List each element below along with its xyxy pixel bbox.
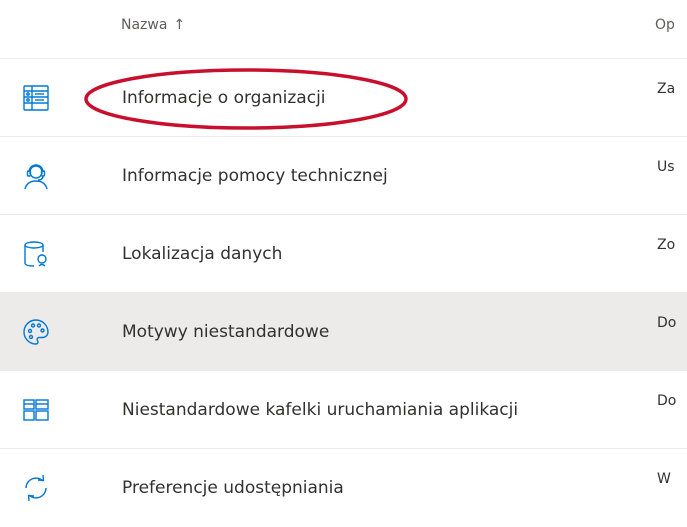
list-item-description: Za (657, 81, 676, 97)
palette-icon (21, 317, 51, 347)
data-location-icon (21, 239, 51, 269)
list-item-description: Do (657, 393, 677, 409)
list-item-custom-themes[interactable]: Motywy niestandardowe Do (0, 292, 687, 370)
sync-icon (21, 473, 51, 503)
list-item-label[interactable]: Lokalizacja danych (122, 244, 282, 264)
list-item-support-info[interactable]: Informacje pomocy technicznej Us (0, 136, 687, 214)
support-agent-icon (21, 161, 51, 191)
arrow-up-icon: ↑ (173, 17, 186, 33)
list-item-custom-app-tiles[interactable]: Niestandardowe kafelki uruchamiania apli… (0, 370, 687, 448)
list-item-label[interactable]: Informacje pomocy technicznej (122, 166, 388, 186)
list-item-description: W (657, 471, 671, 487)
list-item-description: Do (657, 315, 677, 331)
list-item-data-location[interactable]: Lokalizacja danych Zo (0, 214, 687, 292)
list-item-org-info[interactable]: Informacje o organizacji Za (0, 58, 687, 136)
list-item-sharing-preferences[interactable]: Preferencje udostępniania W (0, 448, 687, 526)
list-item-description: Us (657, 159, 675, 175)
column-header-name[interactable]: Nazwa ↑ (121, 17, 185, 33)
settings-list: Nazwa ↑ Op Informacje o organizacji Za I… (0, 0, 687, 527)
list-item-label[interactable]: Niestandardowe kafelki uruchamiania apli… (122, 400, 518, 420)
list-item-label[interactable]: Informacje o organizacji (122, 88, 326, 108)
list-item-description: Zo (657, 237, 676, 253)
org-info-icon (21, 83, 51, 113)
list-item-label[interactable]: Motywy niestandardowe (122, 322, 329, 342)
column-header-name-label: Nazwa (121, 17, 168, 33)
column-header-description[interactable]: Op (655, 17, 675, 33)
list-item-label[interactable]: Preferencje udostępniania (122, 478, 344, 498)
app-tiles-icon (21, 395, 51, 425)
list-header: Nazwa ↑ Op (0, 0, 687, 58)
